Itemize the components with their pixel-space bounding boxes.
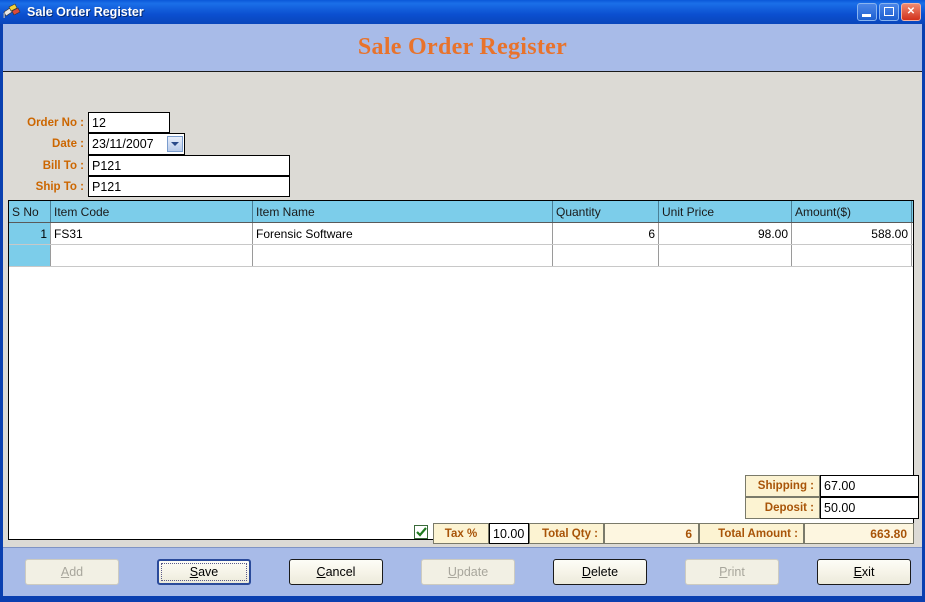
- cancel-button[interactable]: Cancel: [289, 559, 383, 585]
- date-picker[interactable]: 23/11/2007: [88, 133, 185, 155]
- cell-item-name[interactable]: [253, 245, 553, 266]
- grid-header-row: S No Item Code Item Name Quantity Unit P…: [9, 201, 913, 223]
- total-amount-label: Total Amount :: [699, 523, 804, 544]
- check-icon: [415, 527, 427, 537]
- cell-amount[interactable]: 588.00: [792, 223, 912, 244]
- deposit-input[interactable]: 50.00: [820, 497, 919, 519]
- ship-to-field: Ship To : P121: [8, 176, 290, 197]
- order-no-input[interactable]: 12: [88, 112, 170, 133]
- deposit-label: Deposit :: [745, 497, 820, 519]
- cell-item-code[interactable]: FS31: [51, 223, 253, 244]
- delete-button[interactable]: Delete: [553, 559, 647, 585]
- ship-to-input[interactable]: P121: [88, 176, 290, 197]
- window-bottom-border: [0, 596, 925, 602]
- cell-item-name[interactable]: Forensic Software: [253, 223, 553, 244]
- total-qty-label: Total Qty :: [529, 523, 604, 544]
- order-no-field: Order No : 12: [8, 112, 170, 133]
- ship-to-label: Ship To :: [8, 176, 88, 197]
- cancel-accel: C: [316, 565, 326, 579]
- column-header-unit-price[interactable]: Unit Price: [659, 201, 792, 222]
- total-qty-field: Total Qty : 6: [529, 523, 699, 544]
- chevron-down-icon[interactable]: [167, 136, 183, 152]
- save-button[interactable]: Save: [157, 559, 251, 585]
- tax-label: Tax %: [433, 523, 489, 544]
- close-icon[interactable]: ✕: [901, 3, 921, 21]
- date-label: Date :: [8, 133, 88, 155]
- table-row[interactable]: [9, 245, 913, 267]
- print-button[interactable]: Print: [685, 559, 779, 585]
- column-header-item-name[interactable]: Item Name: [253, 201, 553, 222]
- tax-input[interactable]: 10.00: [489, 523, 529, 544]
- title-bar: Sale Order Register ✕: [0, 0, 925, 24]
- cell-quantity[interactable]: 6: [553, 223, 659, 244]
- footer-toolbar: Add Save Cancel Update Delete Print Exit: [3, 547, 922, 597]
- bill-to-label: Bill To :: [8, 155, 88, 176]
- column-header-amount[interactable]: Amount($): [792, 201, 912, 222]
- column-header-item-code[interactable]: Item Code: [51, 201, 253, 222]
- update-accel: U: [447, 565, 457, 579]
- app-flags-icon: [3, 3, 23, 21]
- minimize-icon[interactable]: [857, 3, 877, 21]
- deposit-field: Deposit : 50.00: [745, 497, 919, 519]
- page-title: Sale Order Register: [357, 34, 568, 60]
- exit-accel: E: [853, 565, 862, 579]
- cell-unit-price[interactable]: [659, 245, 792, 266]
- shipping-label: Shipping :: [745, 475, 820, 497]
- order-no-label: Order No :: [8, 112, 88, 133]
- date-field: Date : 23/11/2007: [8, 133, 185, 155]
- cell-sno: 1: [9, 223, 51, 244]
- shipping-input[interactable]: 67.00: [820, 475, 919, 497]
- add-button[interactable]: Add: [25, 559, 119, 585]
- tax-checkbox[interactable]: [414, 525, 428, 539]
- column-header-quantity[interactable]: Quantity: [553, 201, 659, 222]
- sale-order-register-window: Sale Order Register ✕ Sale Order Registe…: [0, 0, 925, 602]
- column-header-sno[interactable]: S No: [9, 201, 51, 222]
- page-banner: Sale Order Register: [3, 24, 922, 72]
- grid-body: 1 FS31 Forensic Software 6 98.00 588.00: [9, 223, 913, 267]
- update-button[interactable]: Update: [421, 559, 515, 585]
- form-body: Order No : 12 Date : 23/11/2007 Bill To …: [3, 72, 922, 596]
- cell-sno: [9, 245, 51, 266]
- bill-to-input[interactable]: P121: [88, 155, 290, 176]
- cell-item-code[interactable]: [51, 245, 253, 266]
- add-accel: A: [60, 565, 70, 579]
- delete-accel: D: [581, 565, 591, 579]
- total-amount-value: 663.80: [804, 523, 914, 544]
- window-title: Sale Order Register: [27, 5, 144, 19]
- cell-unit-price[interactable]: 98.00: [659, 223, 792, 244]
- maximize-icon[interactable]: [879, 3, 899, 21]
- window-controls: ✕: [857, 3, 921, 21]
- bill-to-field: Bill To : P121: [8, 155, 290, 176]
- print-accel: P: [719, 565, 728, 579]
- total-amount-field: Total Amount : 663.80: [699, 523, 914, 544]
- exit-button[interactable]: Exit: [817, 559, 911, 585]
- shipping-field: Shipping : 67.00: [745, 475, 919, 497]
- cell-quantity[interactable]: [553, 245, 659, 266]
- total-qty-value: 6: [604, 523, 699, 544]
- date-value: 23/11/2007: [92, 137, 154, 151]
- cell-amount[interactable]: [792, 245, 912, 266]
- tax-field: Tax % 10.00: [433, 523, 529, 544]
- table-row[interactable]: 1 FS31 Forensic Software 6 98.00 588.00: [9, 223, 913, 245]
